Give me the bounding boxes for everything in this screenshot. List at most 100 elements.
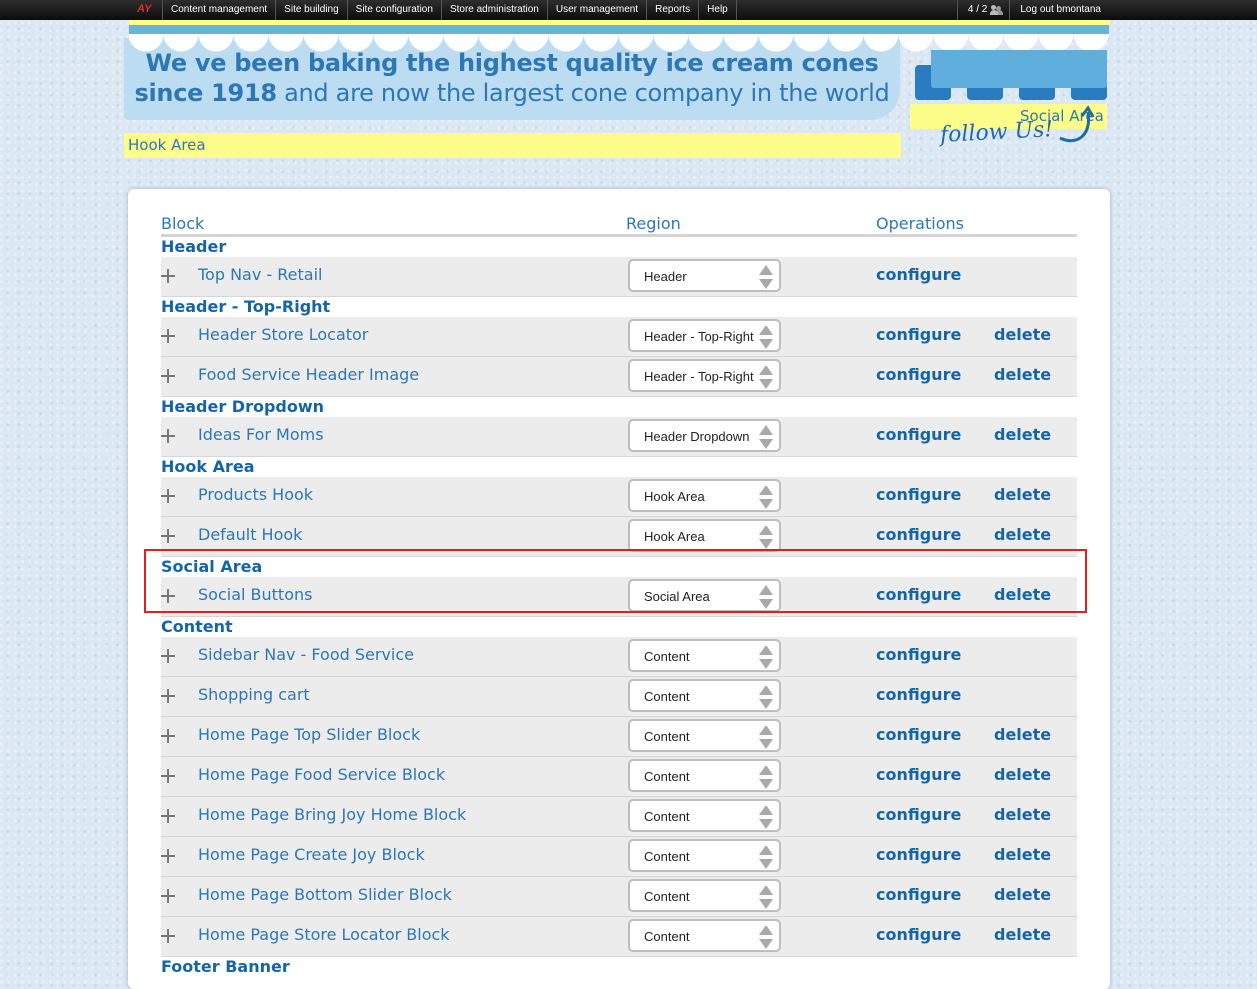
region-select[interactable]: Content <box>628 759 781 792</box>
block-name[interactable]: Home Page Bottom Slider Block <box>198 885 452 904</box>
online-users[interactable]: 4 / 2 <box>956 0 1009 20</box>
configure-link[interactable]: configure <box>876 685 961 704</box>
menu-content-management[interactable]: Content management <box>162 0 275 20</box>
region-select[interactable]: Hook Area <box>628 479 781 512</box>
column-header-block: Block <box>161 214 205 233</box>
delete-link[interactable]: delete <box>994 805 1051 824</box>
menu-user-management[interactable]: User management <box>546 0 646 20</box>
configure-link[interactable]: configure <box>876 325 961 344</box>
select-arrows-icon <box>759 765 773 789</box>
configure-link[interactable]: configure <box>876 845 961 864</box>
delete-link[interactable]: delete <box>994 425 1051 444</box>
user-count: 4 / 2 <box>967 4 988 15</box>
delete-link[interactable]: delete <box>994 925 1051 944</box>
region-heading-header-dropdown: Header Dropdown <box>161 397 325 416</box>
region-select[interactable]: Content <box>628 879 781 912</box>
region-heading-hook-area: Hook Area <box>161 457 255 476</box>
configure-link[interactable]: configure <box>876 485 961 504</box>
admin-toolbar: AY Content management Site building Site… <box>0 0 1257 20</box>
region-select-value: Content <box>644 769 690 784</box>
configure-link[interactable]: configure <box>876 725 961 744</box>
drag-handle-icon[interactable] <box>161 369 175 383</box>
menu-reports[interactable]: Reports <box>646 0 698 20</box>
configure-link[interactable]: configure <box>876 525 961 544</box>
tagline-year: since 1918 <box>134 79 278 107</box>
drag-handle-icon[interactable] <box>161 329 175 343</box>
region-select[interactable]: Content <box>628 719 781 752</box>
site-logo-icon[interactable]: AY <box>137 3 151 15</box>
logout-link[interactable]: Log out bmontana <box>1009 0 1257 20</box>
region-select-value: Content <box>644 809 690 824</box>
region-select[interactable]: Content <box>628 839 781 872</box>
block-name[interactable]: Home Page Food Service Block <box>198 765 445 784</box>
region-select[interactable]: Content <box>628 919 781 952</box>
delete-link[interactable]: delete <box>994 325 1051 344</box>
block-name[interactable]: Ideas For Moms <box>198 425 324 444</box>
block-name[interactable]: Products Hook <box>198 485 313 504</box>
configure-link[interactable]: configure <box>876 925 961 944</box>
region-heading-footer-banner: Footer Banner <box>161 957 290 976</box>
drag-handle-icon[interactable] <box>161 649 175 663</box>
configure-link[interactable]: configure <box>876 425 961 444</box>
region-select-value: Header Dropdown <box>644 429 750 444</box>
tagline-line-1: We ve been baking the highest quality ic… <box>145 49 879 77</box>
block-row: Header Store Locator Header - Top-Right co… <box>161 317 1077 357</box>
block-row: Sidebar Nav - Food Service Content configu… <box>161 637 1077 677</box>
region-select[interactable]: Content <box>628 799 781 832</box>
region-select[interactable]: Content <box>628 679 781 712</box>
block-name[interactable]: Food Service Header Image <box>198 365 419 384</box>
menu-site-building[interactable]: Site building <box>275 0 346 20</box>
region-heading-content: Content <box>161 617 233 636</box>
delete-link[interactable]: delete <box>994 885 1051 904</box>
delete-link[interactable]: delete <box>994 765 1051 784</box>
configure-link[interactable]: configure <box>876 885 961 904</box>
region-select-value: Header - Top-Right <box>644 329 754 344</box>
menu-help[interactable]: Help <box>698 0 737 20</box>
block-name[interactable]: Home Page Store Locator Block <box>198 925 450 944</box>
drag-handle-icon[interactable] <box>161 769 175 783</box>
region-select[interactable]: Header Dropdown <box>628 419 781 452</box>
block-name[interactable]: Shopping cart <box>198 685 310 704</box>
block-name[interactable]: Top Nav - Retail <box>198 265 322 284</box>
drag-handle-icon[interactable] <box>161 429 175 443</box>
delete-link[interactable]: delete <box>994 845 1051 864</box>
configure-link[interactable]: configure <box>876 805 961 824</box>
block-name[interactable]: Sidebar Nav - Food Service <box>198 645 414 664</box>
menu-store-administration[interactable]: Store administration <box>440 0 547 20</box>
block-name[interactable]: Home Page Bring Joy Home Block <box>198 805 466 824</box>
block-name[interactable]: Home Page Create Joy Block <box>198 845 425 864</box>
configure-link[interactable]: configure <box>876 265 961 284</box>
region-select[interactable]: Hook Area <box>628 519 781 552</box>
drag-handle-icon[interactable] <box>161 809 175 823</box>
drag-handle-icon[interactable] <box>161 849 175 863</box>
drag-handle-icon[interactable] <box>161 729 175 743</box>
delete-link[interactable]: delete <box>994 365 1051 384</box>
region-select-value: Content <box>644 889 690 904</box>
drag-handle-icon[interactable] <box>161 489 175 503</box>
configure-link[interactable]: configure <box>876 765 961 784</box>
block-name[interactable]: Default Hook <box>198 525 302 544</box>
block-name[interactable]: Header Store Locator <box>198 325 368 344</box>
delete-link[interactable]: delete <box>994 725 1051 744</box>
region-select-value: Header <box>644 269 687 284</box>
block-name[interactable]: Home Page Top Slider Block <box>198 725 420 744</box>
toolbar-right: 4 / 2 Log out bmontana <box>956 0 1257 20</box>
region-select-value: Content <box>644 729 690 744</box>
region-select[interactable]: Header - Top-Right <box>628 359 781 392</box>
drag-handle-icon[interactable] <box>161 269 175 283</box>
region-select[interactable]: Header - Top-Right <box>628 319 781 352</box>
block-row: Products Hook Hook Area configure delete <box>161 477 1077 517</box>
drag-handle-icon[interactable] <box>161 689 175 703</box>
configure-link[interactable]: configure <box>876 645 961 664</box>
drag-handle-icon[interactable] <box>161 929 175 943</box>
region-select[interactable]: Content <box>628 639 781 672</box>
region-select-value: Content <box>644 929 690 944</box>
menu-site-configuration[interactable]: Site configuration <box>346 0 441 20</box>
drag-handle-icon[interactable] <box>161 529 175 543</box>
drag-handle-icon[interactable] <box>161 889 175 903</box>
region-select[interactable]: Header <box>628 259 781 292</box>
configure-link[interactable]: configure <box>876 365 961 384</box>
delete-link[interactable]: delete <box>994 485 1051 504</box>
block-row: Home Page Top Slider Block Content configu… <box>161 717 1077 757</box>
delete-link[interactable]: delete <box>994 525 1051 544</box>
